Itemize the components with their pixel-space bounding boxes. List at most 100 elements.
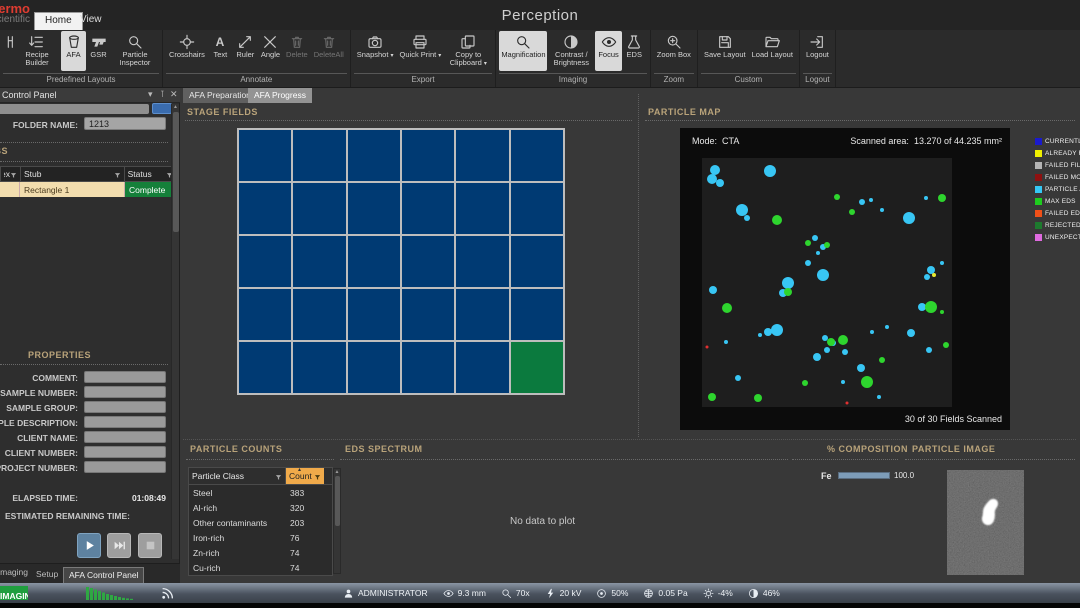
browse-button[interactable]	[152, 103, 172, 114]
client-number-field[interactable]	[84, 446, 166, 458]
close-icon[interactable]: ✕	[170, 89, 178, 100]
ribbon-button-logout[interactable]: Logout	[803, 31, 832, 71]
stage-field-cell[interactable]	[456, 183, 508, 234]
ribbon-button-quick-print[interactable]: Quick Print ▾	[397, 31, 445, 71]
particle-count-cell[interactable]: 383	[286, 488, 316, 498]
column-count[interactable]: ▴Count	[286, 468, 324, 484]
particle-counts-row[interactable]: Al-rich320	[189, 500, 332, 515]
stage-field-cell[interactable]	[511, 236, 563, 287]
particle-count-cell[interactable]: 76	[286, 533, 316, 543]
stage-field-cell[interactable]	[348, 183, 400, 234]
client-name-field[interactable]	[84, 431, 166, 443]
sample-number-field[interactable]	[84, 386, 166, 398]
particle-counts-row[interactable]: Zn-rich74	[189, 545, 332, 560]
stage-field-cell[interactable]	[348, 236, 400, 287]
column-particle-class[interactable]: Particle Class	[189, 468, 286, 484]
ribbon-button-partial[interactable]	[1, 31, 13, 71]
ribbon-button-crosshairs[interactable]: Crosshairs	[166, 31, 208, 71]
ribbon-button-angle[interactable]: Angle	[258, 31, 283, 71]
stage-field-cell[interactable]	[402, 236, 454, 287]
stage-field-cell[interactable]	[293, 183, 345, 234]
filter-icon[interactable]	[314, 473, 321, 480]
control-panel-header[interactable]: Control Panel ▾ ⊺ ✕	[0, 88, 180, 103]
ribbon-button-recipe-builder[interactable]: Recipe Builder	[13, 31, 61, 71]
particle-counts-row[interactable]: Iron-rich76	[189, 530, 332, 545]
column-index[interactable]: Index	[1, 167, 21, 181]
particle-count-cell[interactable]: 74	[286, 548, 316, 558]
skip-button[interactable]	[107, 533, 131, 558]
stage-field-cell[interactable]	[402, 183, 454, 234]
stub-index-cell[interactable]	[0, 182, 20, 197]
ribbon-button-text[interactable]: AText	[208, 31, 233, 71]
ribbon-button-magnification[interactable]: Magnification	[499, 31, 547, 71]
stage-field-cell[interactable]	[239, 236, 291, 287]
stage-field-cell[interactable]	[456, 289, 508, 340]
particle-class-cell[interactable]: Al-rich	[189, 503, 286, 513]
filter-icon[interactable]	[275, 473, 282, 480]
particle-counts-row[interactable]: Cu-rich74	[189, 560, 332, 575]
ribbon-button-save-layout[interactable]: Save Layout	[701, 31, 749, 71]
ribbon-button-load-layout[interactable]: Load Layout	[749, 31, 796, 71]
stage-field-cell[interactable]	[239, 183, 291, 234]
stage-field-cell[interactable]	[348, 289, 400, 340]
ribbon-button-focus[interactable]: Focus	[595, 31, 621, 71]
scrollbar-thumb[interactable]	[173, 112, 179, 232]
stop-button[interactable]	[138, 533, 162, 558]
particle-counts-row[interactable]: Steel383	[189, 485, 332, 500]
sample-description-field[interactable]	[84, 416, 166, 428]
stage-field-cell[interactable]	[511, 183, 563, 234]
ribbon-button-gsr[interactable]: GSR	[86, 31, 111, 71]
play-button[interactable]	[77, 533, 101, 558]
particle-class-cell[interactable]: Zn-rich	[189, 548, 286, 558]
particle-count-cell[interactable]: 320	[286, 503, 316, 513]
particle-class-cell[interactable]: Iron-rich	[189, 533, 286, 543]
stub-name-cell[interactable]: Rectangle 1	[20, 182, 125, 197]
stage-field-cell[interactable]	[348, 342, 400, 393]
stage-field-cell[interactable]	[402, 130, 454, 181]
filter-icon[interactable]	[10, 171, 17, 178]
stage-field-cell[interactable]	[511, 130, 563, 181]
particle-class-cell[interactable]: Steel	[189, 488, 286, 498]
stage-field-cell[interactable]	[456, 130, 508, 181]
stage-field-cell[interactable]	[348, 130, 400, 181]
stub-table-row[interactable]: Rectangle 1 Complete	[0, 182, 178, 197]
stage-field-cell[interactable]	[456, 342, 508, 393]
stage-field-cell[interactable]	[293, 130, 345, 181]
stub-selector-dropdown[interactable]	[0, 104, 149, 114]
particle-count-cell[interactable]: 203	[286, 518, 316, 528]
stage-field-cell[interactable]	[239, 289, 291, 340]
stage-field-cell[interactable]	[511, 342, 563, 393]
chevron-down-icon[interactable]: ▾	[148, 89, 153, 100]
tab-afa-progress[interactable]: AFA Progress	[248, 88, 312, 103]
stage-field-cell[interactable]	[293, 289, 345, 340]
sample-group-field[interactable]	[84, 401, 166, 413]
particle-count-cell[interactable]: 74	[286, 563, 316, 573]
filter-icon[interactable]	[114, 171, 121, 178]
comment-field[interactable]	[84, 371, 166, 383]
tab-imaging[interactable]: Imaging	[0, 567, 30, 583]
stage-field-cell[interactable]	[456, 236, 508, 287]
stage-field-cell[interactable]	[511, 289, 563, 340]
stage-field-cell[interactable]	[239, 342, 291, 393]
tab-afa-preparation[interactable]: AFA Preparation	[183, 88, 257, 103]
particle-class-cell[interactable]: Other contaminants	[189, 518, 286, 528]
ribbon-button-contrast-brightness[interactable]: Contrast / Brightness	[547, 31, 595, 71]
column-status[interactable]: Status	[125, 167, 177, 181]
ribbon-button-snapshot[interactable]: Snapshot ▾	[354, 31, 397, 71]
pin-icon[interactable]: ⊺	[160, 89, 165, 100]
ribbon-button-afa[interactable]: AFA	[61, 31, 86, 71]
panel-scrollbar[interactable]: ▲	[171, 104, 179, 559]
ribbon-button-particle-inspector[interactable]: Particle Inspector	[111, 31, 159, 71]
scrollbar-thumb[interactable]	[335, 476, 340, 526]
stage-field-cell[interactable]	[239, 130, 291, 181]
counts-scrollbar[interactable]: ▲	[333, 468, 341, 574]
stage-field-cell[interactable]	[293, 236, 345, 287]
folder-name-input[interactable]	[84, 117, 166, 130]
ribbon-button-copy-to-clipboard[interactable]: Copy to Clipboard ▾	[444, 31, 492, 71]
project-number-field[interactable]	[84, 461, 166, 473]
ribbon-button-eds[interactable]: EDS	[622, 31, 647, 71]
stage-field-cell[interactable]	[293, 342, 345, 393]
particle-class-cell[interactable]: Cu-rich	[189, 563, 286, 573]
particle-counts-row[interactable]: Other contaminants203	[189, 515, 332, 530]
column-stub[interactable]: Stub	[21, 167, 125, 181]
